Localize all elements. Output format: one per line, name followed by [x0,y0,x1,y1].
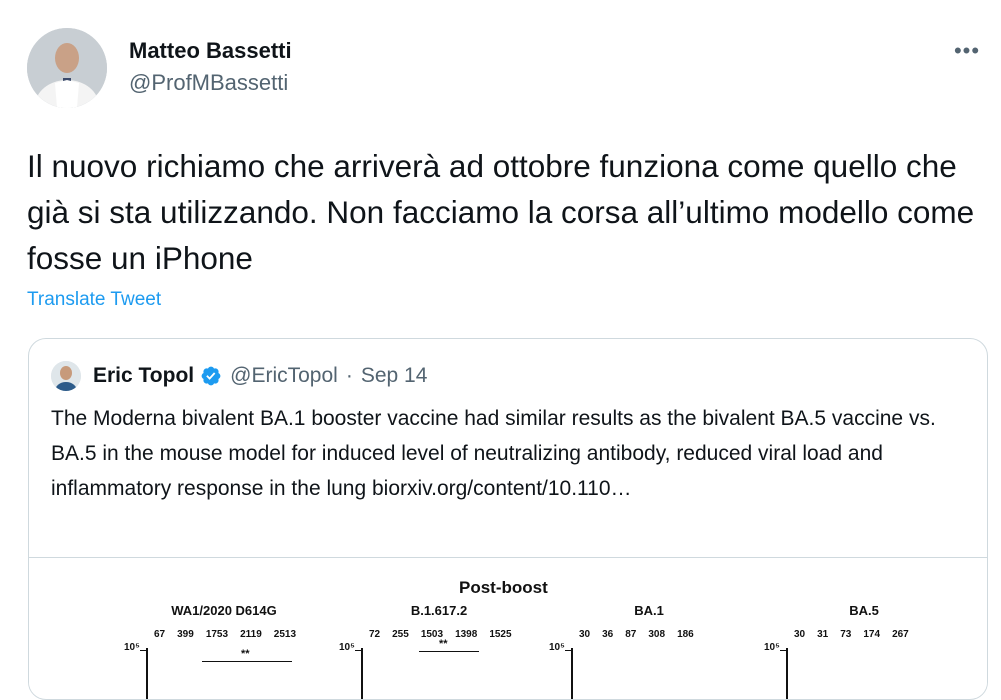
panel-value: 2119 [240,629,262,640]
y-tick-label: 10⁵ [549,642,565,653]
more-options-button[interactable]: ••• [949,33,985,69]
panel-value: 30 [794,629,806,640]
author-handle[interactable]: @ProfMBassetti [129,69,292,97]
panel-value: 267 [892,629,909,640]
ellipsis-icon: ••• [953,38,981,63]
significance-bracket [419,651,479,652]
author-info: Matteo Bassetti @ProfMBassetti [129,37,292,97]
separator-dot: · [345,364,353,387]
panel-value: 308 [648,629,666,640]
panel-value: 30 [579,629,591,640]
panel-value: 36 [602,629,614,640]
panel-value: 31 [817,629,829,640]
verified-badge-icon [201,366,221,386]
panel-title: WA1/2020 D614G [171,603,277,618]
tweet-text: Il nuovo richiamo che arriverà ad ottobr… [27,148,975,276]
panel-title: BA.5 [849,603,879,618]
quoted-avatar-image [51,361,81,391]
quoted-tweet-text: The Moderna bivalent BA.1 booster vaccin… [51,407,936,500]
quoted-author-handle[interactable]: @EricTopol [230,364,338,388]
panel-title: BA.1 [634,603,664,618]
quoted-tweet[interactable]: Eric Topol @EricTopol · Sep 14 The Moder… [28,338,988,700]
panel-value: 1753 [205,629,229,640]
panel-title: B.1.617.2 [410,603,468,618]
panel-values: 30 36 87 308 186 [579,629,694,640]
panel-value: 1398 [455,629,478,640]
quoted-author-name[interactable]: Eric Topol [93,364,194,388]
y-axis [571,648,573,699]
panel-value: 186 [677,629,694,640]
avatar-image [27,28,107,108]
significance-label: ** [439,638,448,650]
significance-bracket [202,661,292,662]
panel-value: 67 [154,629,166,640]
figure-panel-ba5: BA.5 30 31 73 174 267 10⁵ [764,603,964,699]
y-tick [355,650,361,651]
y-tick-label: 10⁵ [124,642,140,653]
y-axis [361,648,363,699]
panel-value: 87 [625,629,637,640]
quoted-tweet-date[interactable]: Sep 14 [361,364,428,388]
quoted-media-figure[interactable]: Post-boost WA1/2020 D614G 67 399 1753 21… [29,558,987,699]
quoted-author-avatar[interactable] [51,361,81,391]
y-tick [140,650,146,651]
y-axis [146,648,148,699]
figure-title: Post-boost [459,578,548,597]
y-tick [565,650,571,651]
panel-value: 255 [392,629,409,640]
figure-panel-b16172: B.1.617.2 72 255 1503 1398 1525 10⁵ ** [339,603,539,699]
figure-panel-wa1: WA1/2020 D614G 67 399 1753 2119 2513 10⁵… [124,603,324,699]
panel-values: 30 31 73 174 267 [794,629,909,640]
y-tick [780,650,786,651]
figure-panel-ba1: BA.1 30 36 87 308 186 10⁵ [549,603,749,699]
panel-value: 1525 [489,629,512,640]
quoted-tweet-header: Eric Topol @EricTopol · Sep 14 [51,361,427,391]
significance-label: ** [241,648,250,660]
panel-value: 174 [863,629,881,640]
author-avatar[interactable] [27,28,107,108]
panel-value: 73 [840,629,852,640]
y-axis [786,648,788,699]
panel-values: 67 399 1753 2119 2513 [154,629,296,640]
y-tick-label: 10⁵ [764,642,780,653]
y-tick-label: 10⁵ [339,642,355,653]
translate-tweet-link[interactable]: Translate Tweet [27,289,161,311]
panel-value: 2513 [273,629,297,640]
author-name[interactable]: Matteo Bassetti [129,37,292,65]
panel-value: 72 [369,629,381,640]
panel-value: 399 [177,629,194,640]
